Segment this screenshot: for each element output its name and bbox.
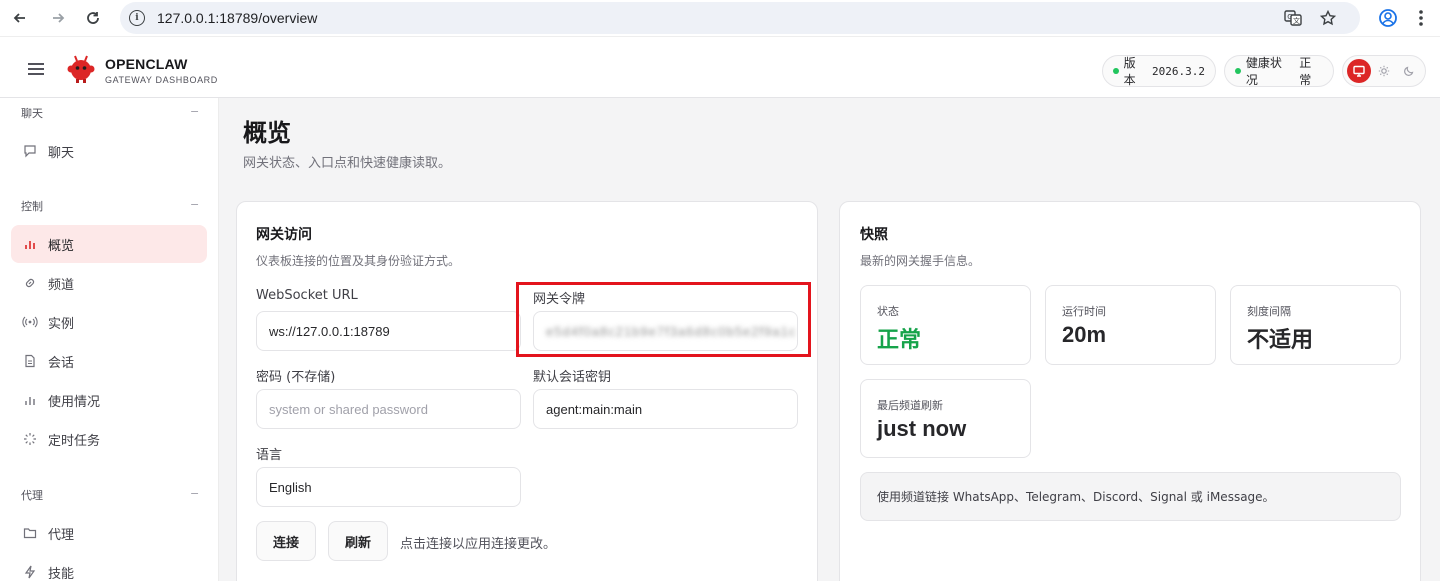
profile-icon[interactable]	[1378, 8, 1398, 32]
bookmark-star-icon[interactable]	[1319, 9, 1337, 30]
sidebar-item-instances[interactable]: 实例	[11, 303, 207, 341]
site-info-icon[interactable]: i	[129, 10, 145, 26]
status-dot-icon	[1235, 68, 1241, 74]
sun-icon[interactable]	[1372, 59, 1396, 83]
browser-toolbar: i 127.0.0.1:18789/overview G文	[0, 0, 1440, 36]
sidebar-item-label: 实例	[48, 316, 75, 332]
sidebar-item-label: 会话	[48, 355, 75, 371]
sidebar-item-label: 聊天	[48, 145, 75, 161]
health-value: 正常	[1299, 56, 1312, 87]
gateway-access-subtitle: 仪表板连接的位置及其身份验证方式。	[256, 254, 461, 268]
lightning-icon	[22, 564, 38, 580]
bar-chart-icon	[22, 392, 38, 408]
stat-value: 20m	[1062, 322, 1107, 347]
version-badge: 版本 2026.3.2	[1102, 55, 1216, 87]
sidebar-section-agents: 代理	[21, 489, 43, 502]
sidebar-section-chat: 聊天	[21, 107, 43, 120]
snapshot-title: 快照	[860, 227, 888, 243]
stat-label: 运行时间	[1062, 305, 1106, 318]
reload-icon[interactable]	[81, 6, 105, 30]
openclaw-logo-icon	[66, 55, 96, 83]
stat-last-channel-refresh: 最后频道刷新 just now	[860, 379, 1031, 458]
session-key-input[interactable]: agent:main:main	[533, 389, 798, 429]
brand-subtitle: GATEWAY DASHBOARD	[105, 75, 218, 85]
sidebar-item-label: 概览	[48, 238, 75, 254]
sidebar-item-usage[interactable]: 使用情况	[11, 381, 207, 419]
bar-chart-icon	[22, 236, 38, 252]
stat-label: 状态	[877, 305, 899, 318]
collapse-icon[interactable]: −	[190, 487, 199, 500]
forward-icon[interactable]	[46, 6, 70, 30]
stat-value: 正常	[877, 327, 922, 352]
health-label: 健康状况	[1245, 56, 1282, 87]
language-label: 语言	[256, 448, 283, 463]
sidebar-item-overview[interactable]: 概览	[11, 225, 207, 263]
connect-hint: 点击连接以应用连接更改。	[400, 537, 557, 552]
svg-text:文: 文	[1293, 16, 1300, 25]
health-badge: 健康状况 正常	[1224, 55, 1334, 87]
collapse-icon[interactable]: −	[190, 105, 199, 118]
page-subtitle: 网关状态、入口点和快速健康读取。	[243, 156, 452, 171]
channels-notice: 使用频道链接 WhatsApp、Telegram、Discord、Signal …	[860, 472, 1401, 521]
translate-icon[interactable]: G文	[1284, 10, 1302, 30]
sidebar-item-channels[interactable]: 频道	[11, 264, 207, 302]
password-label: 密码 (不存储)	[256, 370, 336, 385]
stat-value: 不适用	[1247, 327, 1314, 352]
password-input[interactable]: system or shared password	[256, 389, 521, 429]
connect-button[interactable]: 连接	[256, 521, 316, 561]
brand-title: OPENCLAW	[105, 56, 188, 72]
sidebar-item-label: 代理	[48, 527, 75, 543]
link-icon	[22, 275, 38, 291]
sidebar-item-sessions[interactable]: 会话	[11, 342, 207, 380]
session-key-label: 默认会话密钥	[533, 370, 612, 385]
sidebar-item-label: 定时任务	[48, 433, 101, 449]
more-menu-icon[interactable]	[1418, 9, 1424, 31]
status-dot-icon	[1113, 68, 1119, 74]
address-bar[interactable]: i 127.0.0.1:18789/overview G文	[120, 2, 1360, 34]
stat-value: just now	[877, 416, 967, 441]
stat-status: 状态 正常	[860, 285, 1031, 365]
websocket-url-label: WebSocket URL	[256, 288, 358, 303]
loader-icon	[22, 431, 38, 447]
stat-tick-interval: 刻度间隔 不适用	[1230, 285, 1401, 365]
sidebar-item-chat[interactable]: 聊天	[11, 132, 207, 170]
stat-label: 刻度间隔	[1247, 305, 1291, 318]
websocket-url-input[interactable]: ws://127.0.0.1:18789	[256, 311, 521, 351]
sidebar-item-label: 技能	[48, 566, 75, 581]
monitor-icon[interactable]	[1346, 59, 1371, 83]
back-icon[interactable]	[8, 6, 32, 30]
collapse-icon[interactable]: −	[190, 198, 199, 211]
version-label: 版本	[1123, 56, 1136, 87]
sidebar-section-control: 控制	[21, 200, 43, 213]
url-text: 127.0.0.1:18789/overview	[157, 10, 318, 26]
menu-toggle-icon[interactable]	[28, 63, 44, 75]
stat-label: 最后频道刷新	[877, 399, 943, 412]
folder-icon	[22, 525, 38, 541]
sidebar-item-label: 频道	[48, 277, 75, 293]
version-value: 2026.3.2	[1152, 64, 1205, 78]
sidebar-item-scheduled-tasks[interactable]: 定时任务	[11, 420, 207, 458]
document-icon	[22, 353, 38, 369]
page-title: 概览	[243, 119, 291, 147]
language-select[interactable]: English	[256, 467, 521, 507]
stat-uptime: 运行时间 20m	[1045, 285, 1216, 365]
chat-icon	[22, 143, 38, 159]
sidebar-item-label: 使用情况	[48, 394, 101, 410]
sidebar-item-skills[interactable]: 技能	[11, 553, 207, 581]
broadcast-icon	[22, 314, 38, 330]
theme-switcher	[1342, 55, 1426, 87]
annotation-highlight-box	[516, 282, 811, 357]
app-header: OPENCLAW GATEWAY DASHBOARD 版本 2026.3.2 健…	[0, 36, 1440, 98]
gateway-access-title: 网关访问	[256, 227, 312, 243]
snapshot-subtitle: 最新的网关握手信息。	[860, 254, 981, 268]
moon-icon[interactable]	[1397, 59, 1421, 83]
sidebar-item-agents[interactable]: 代理	[11, 514, 207, 552]
sidebar: 聊天 − 聊天 控制 − 概览 频道 实例 会话 使用情况 定时任务 代理 − …	[0, 98, 219, 581]
refresh-button[interactable]: 刷新	[328, 521, 388, 561]
